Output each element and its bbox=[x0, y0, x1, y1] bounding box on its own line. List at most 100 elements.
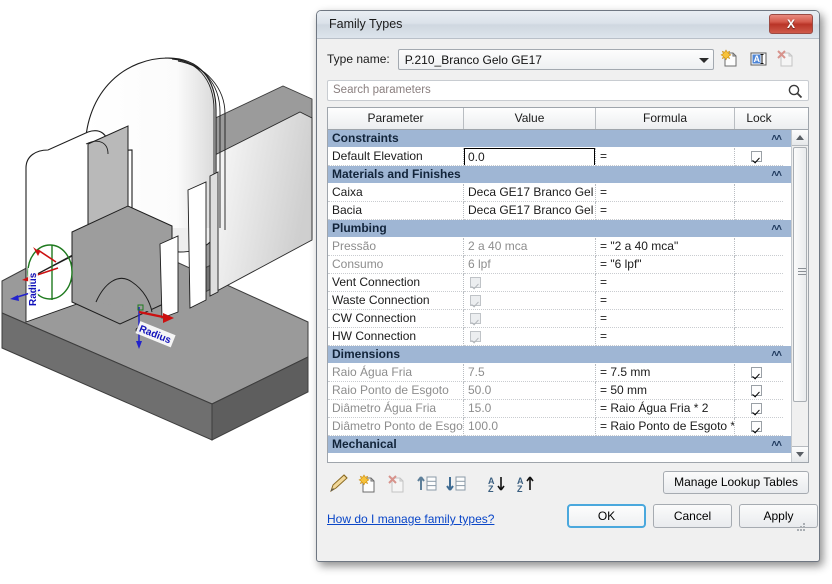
cell-value[interactable]: 0.0 bbox=[464, 148, 596, 166]
table-vertical-scrollbar[interactable] bbox=[791, 130, 808, 462]
cell-value[interactable]: 2 a 40 mca bbox=[464, 238, 596, 256]
collapse-chevron-icon[interactable]: ˄˄ bbox=[771, 437, 782, 453]
table-row[interactable]: HW Connection = bbox=[328, 328, 791, 346]
ok-button[interactable]: OK bbox=[567, 504, 646, 528]
cell-value[interactable]: 50.0 bbox=[464, 382, 596, 400]
collapse-chevron-icon[interactable]: ˄˄ bbox=[771, 221, 782, 237]
collapse-chevron-icon[interactable]: ˄˄ bbox=[771, 131, 782, 147]
cell-formula[interactable]: = bbox=[596, 310, 735, 328]
value-checkbox[interactable] bbox=[470, 331, 481, 342]
new-parameter-icon[interactable] bbox=[356, 472, 382, 496]
column-header-parameter[interactable]: Parameter bbox=[328, 108, 464, 129]
parameter-group-header[interactable]: Constraints ˄˄ bbox=[328, 130, 791, 148]
search-icon[interactable] bbox=[787, 83, 804, 103]
table-row[interactable]: Default Elevation 0.0 = bbox=[328, 148, 791, 166]
cell-value[interactable]: 100.0 bbox=[464, 418, 596, 436]
move-up-icon[interactable] bbox=[414, 472, 440, 496]
cell-value[interactable]: 7.5 bbox=[464, 364, 596, 382]
cell-value[interactable]: 15.0 bbox=[464, 400, 596, 418]
table-row[interactable]: Pressão 2 a 40 mca = "2 a 40 mca" bbox=[328, 238, 791, 256]
cell-formula[interactable]: = bbox=[596, 292, 735, 310]
cell-lock[interactable] bbox=[735, 364, 783, 382]
table-row[interactable]: Raio Ponto de Esgoto 50.0 = 50 mm bbox=[328, 382, 791, 400]
new-type-icon[interactable] bbox=[718, 47, 742, 71]
cell-lock[interactable] bbox=[735, 256, 783, 274]
lock-checkbox[interactable] bbox=[751, 151, 762, 162]
cell-value[interactable]: Deca GE17 Branco Gel bbox=[464, 202, 596, 220]
parameter-group-header[interactable]: Mechanical ˄˄ bbox=[328, 436, 791, 454]
lock-checkbox[interactable] bbox=[751, 403, 762, 414]
table-row[interactable]: Caixa Deca GE17 Branco Gel = bbox=[328, 184, 791, 202]
cell-lock[interactable] bbox=[735, 328, 783, 346]
table-row[interactable]: CW Connection = bbox=[328, 310, 791, 328]
cell-formula[interactable]: = 50 mm bbox=[596, 382, 735, 400]
dialog-titlebar[interactable]: Family Types X bbox=[317, 11, 819, 39]
apply-button[interactable]: Apply bbox=[739, 504, 818, 528]
table-row[interactable]: Waste Connection = bbox=[328, 292, 791, 310]
cell-lock[interactable] bbox=[735, 292, 783, 310]
scroll-up-button[interactable] bbox=[792, 130, 808, 146]
search-parameters-input[interactable]: Search parameters bbox=[327, 80, 809, 101]
close-button[interactable]: X bbox=[769, 14, 813, 34]
cell-value[interactable] bbox=[464, 310, 596, 328]
sort-ascending-icon[interactable]: A Z bbox=[484, 472, 510, 496]
cell-lock[interactable] bbox=[735, 238, 783, 256]
cell-formula[interactable]: = Raio Ponto de Esgoto * bbox=[596, 418, 735, 436]
cell-formula[interactable]: = 7.5 mm bbox=[596, 364, 735, 382]
table-row[interactable]: Diâmetro Água Fria 15.0 = Raio Água Fria *… bbox=[328, 400, 791, 418]
cell-formula[interactable]: = "6 lpf" bbox=[596, 256, 735, 274]
table-row[interactable]: Vent Connection = bbox=[328, 274, 791, 292]
type-name-combobox[interactable]: P.210_Branco Gelo GE17 bbox=[397, 48, 714, 70]
parameter-group-header[interactable]: Plumbing ˄˄ bbox=[328, 220, 791, 238]
rename-type-icon[interactable]: A bbox=[746, 47, 770, 71]
scrollbar-thumb[interactable] bbox=[793, 147, 807, 402]
cell-value[interactable] bbox=[464, 328, 596, 346]
cancel-button[interactable]: Cancel bbox=[653, 504, 732, 528]
parameter-group-header[interactable]: Materials and Finishes ˄˄ bbox=[328, 166, 791, 184]
table-row[interactable]: Diâmetro Ponto de Esgo 100.0 = Raio Ponto … bbox=[328, 418, 791, 436]
value-checkbox[interactable] bbox=[470, 295, 481, 306]
cell-formula[interactable]: = "2 a 40 mca" bbox=[596, 238, 735, 256]
table-row[interactable]: Consumo 6 lpf = "6 lpf" bbox=[328, 256, 791, 274]
parameter-group-header[interactable]: Dimensions ˄˄ bbox=[328, 346, 791, 364]
value-checkbox[interactable] bbox=[470, 313, 481, 324]
sort-descending-icon[interactable]: A Z bbox=[513, 472, 539, 496]
column-header-value[interactable]: Value bbox=[464, 108, 596, 129]
cell-lock[interactable] bbox=[735, 184, 783, 202]
cell-lock[interactable] bbox=[735, 310, 783, 328]
cell-value[interactable]: Deca GE17 Branco Gel bbox=[464, 184, 596, 202]
move-down-icon[interactable] bbox=[443, 472, 469, 496]
cell-formula[interactable]: = bbox=[596, 328, 735, 346]
cell-lock[interactable] bbox=[735, 202, 783, 220]
cell-formula[interactable]: = bbox=[596, 148, 735, 166]
cell-formula[interactable]: = bbox=[596, 202, 735, 220]
cell-formula[interactable]: = bbox=[596, 184, 735, 202]
cell-formula[interactable]: = Raio Água Fria * 2 bbox=[596, 400, 735, 418]
cell-lock[interactable] bbox=[735, 274, 783, 292]
lock-checkbox[interactable] bbox=[751, 421, 762, 432]
cell-lock[interactable] bbox=[735, 148, 783, 166]
help-link[interactable]: How do I manage family types? bbox=[327, 512, 494, 526]
lock-checkbox[interactable] bbox=[751, 385, 762, 396]
table-row[interactable]: Bacia Deca GE17 Branco Gel = bbox=[328, 202, 791, 220]
cell-lock[interactable] bbox=[735, 418, 783, 436]
cell-value[interactable]: 6 lpf bbox=[464, 256, 596, 274]
delete-type-icon[interactable] bbox=[774, 47, 798, 71]
value-edit-field[interactable]: 0.0 bbox=[464, 148, 595, 165]
lock-checkbox[interactable] bbox=[751, 367, 762, 378]
cell-lock[interactable] bbox=[735, 400, 783, 418]
manage-lookup-tables-button[interactable]: Manage Lookup Tables bbox=[663, 471, 809, 494]
collapse-chevron-icon[interactable]: ˄˄ bbox=[771, 167, 782, 183]
column-header-formula[interactable]: Formula bbox=[596, 108, 735, 129]
delete-parameter-icon[interactable] bbox=[385, 472, 411, 496]
edit-parameter-icon[interactable] bbox=[327, 472, 353, 496]
cell-value[interactable] bbox=[464, 292, 596, 310]
cell-value[interactable] bbox=[464, 274, 596, 292]
cell-lock[interactable] bbox=[735, 382, 783, 400]
table-row[interactable]: Raio Água Fria 7.5 = 7.5 mm bbox=[328, 364, 791, 382]
value-checkbox[interactable] bbox=[470, 277, 481, 288]
scroll-down-button[interactable] bbox=[792, 446, 808, 462]
resize-grip[interactable] bbox=[796, 522, 806, 532]
column-header-lock[interactable]: Lock bbox=[735, 108, 783, 129]
collapse-chevron-icon[interactable]: ˄˄ bbox=[771, 347, 782, 363]
